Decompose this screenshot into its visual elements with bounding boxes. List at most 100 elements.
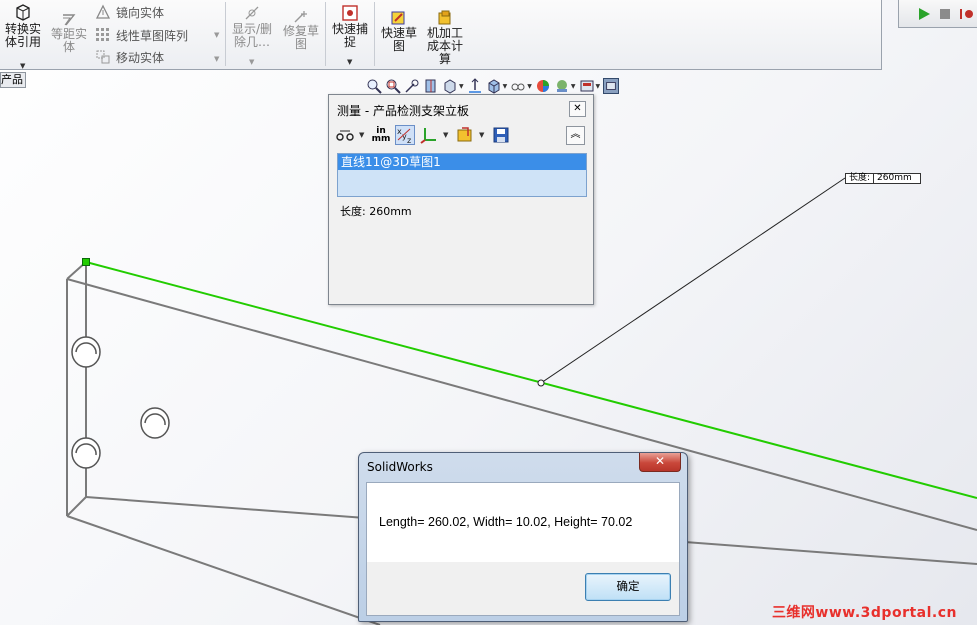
offset-entities-label: 等距实 体 — [50, 27, 87, 54]
ok-button[interactable]: 确定 — [585, 573, 671, 601]
play-icon[interactable] — [917, 7, 931, 21]
chevron-down-icon[interactable]: ▼ — [214, 55, 219, 63]
message-box-title: SolidWorks — [367, 460, 433, 474]
quick-snaps-icon — [342, 5, 358, 21]
move-entities-button[interactable]: 移动实体 — [95, 48, 164, 66]
convert-entities-button[interactable]: 转换实 体引用 ▼ — [3, 4, 43, 70]
holes — [71, 336, 170, 469]
linear-sketch-pattern-label: 线性草图阵列 — [116, 28, 189, 43]
rapid-sketch-button[interactable]: 快速草 图 — [378, 10, 420, 53]
move-icon — [96, 50, 110, 64]
message-box-close-button[interactable]: ✕ — [639, 453, 681, 472]
message-text: Length= 260.02, Width= 10.02, Height= 70… — [379, 515, 633, 529]
relations-icon — [245, 6, 259, 20]
repair-sketch-icon — [294, 11, 307, 23]
chevron-down-icon[interactable]: ▼ — [596, 83, 601, 90]
quick-snaps-label: 快速捕 捉 — [331, 22, 368, 49]
chevron-down-icon[interactable]: ▼ — [459, 83, 464, 90]
arc-circle-measurement-button[interactable] — [335, 125, 355, 145]
chevron-down-icon[interactable]: ▼ — [503, 83, 508, 90]
xyz-icon: xy z — [397, 127, 411, 144]
chevron-down-icon[interactable]: ▼ — [527, 83, 532, 90]
close-icon: ✕ — [654, 454, 666, 468]
mirror-entities-button[interactable]: 镜向实体 — [95, 3, 164, 21]
measure-callout: 长度: 260mm — [845, 173, 921, 184]
feature-tree-tab[interactable]: 产品 — [0, 72, 26, 88]
repair-sketch-button[interactable]: 修复草 图 — [280, 10, 322, 51]
point-to-point-button[interactable] — [419, 125, 439, 145]
message-box-footer: 确定 — [366, 562, 680, 616]
edge-endpoint-marker — [82, 258, 90, 266]
measure-dialog: 测量 - 产品检测支架立板 ✕ ▼ in mm xyz ▼ ▼ ︽ 直线11@3… — [328, 94, 594, 305]
ribbon-divider — [374, 2, 375, 66]
units-precision-button[interactable]: in mm — [371, 125, 391, 145]
chevron-down-icon[interactable]: ▼ — [249, 56, 254, 69]
solidworks-message-box: SolidWorks ✕ Length= 260.02, Width= 10.0… — [358, 452, 688, 622]
measure-dialog-title: 测量 - 产品检测支架立板 — [337, 104, 469, 118]
svg-text:z: z — [407, 136, 411, 144]
measure-result-text: 长度: 260mm — [340, 205, 412, 218]
shaded-cube-icon[interactable] — [486, 78, 502, 94]
selection-list-item[interactable]: 直线11@3D草图1 — [338, 154, 586, 170]
show-xyz-measurements-button[interactable]: xyz — [395, 125, 415, 145]
costing-icon — [438, 10, 451, 25]
costing-label: 机加工 成本计 算 — [426, 26, 463, 66]
quick-snaps-button[interactable]: 快速捕 捉 ▼ — [329, 4, 371, 66]
section-view-icon[interactable] — [423, 78, 439, 94]
display-style-axis-icon[interactable] — [467, 78, 483, 94]
zoom-to-area-icon[interactable] — [385, 78, 401, 94]
view-orientation-icon[interactable] — [442, 78, 458, 94]
chevron-down-icon[interactable]: ▼ — [443, 131, 451, 139]
message-box-body: Length= 260.02, Width= 10.02, Height= 70… — [366, 482, 680, 562]
mirror-entities-label: 镜向实体 — [116, 5, 165, 20]
heads-up-view-toolbar: ▼ ▼ ▼ ▼ ▼ — [366, 76, 620, 96]
costing-button[interactable]: 机加工 成本计 算 — [424, 10, 466, 66]
coordinate-axes-icon — [420, 128, 436, 144]
mirror-icon — [95, 4, 111, 19]
ribbon-divider — [225, 2, 226, 66]
chevron-up-icon: ︽ — [570, 129, 581, 140]
selection-list[interactable]: 直线11@3D草图1 — [337, 153, 587, 197]
appearance-sphere-icon[interactable] — [535, 78, 551, 94]
save-icon — [493, 127, 509, 143]
collapse-button[interactable]: ︽ — [566, 126, 585, 145]
convert-entities-label: 转换实 体引用 — [4, 22, 41, 49]
hide-show-items-icon[interactable] — [510, 78, 526, 94]
ribbon-divider — [325, 2, 326, 66]
chevron-down-icon[interactable]: ▼ — [347, 56, 352, 69]
repair-sketch-label: 修复草 图 — [282, 24, 319, 51]
chevron-down-icon[interactable]: ▼ — [571, 83, 576, 90]
rapid-sketch-icon — [391, 11, 405, 25]
scene-icon[interactable] — [554, 78, 570, 94]
show-delete-relations-label: 显示/删 除几… — [231, 22, 273, 49]
command-manager-ribbon: 转换实 体引用 ▼ 等距实 体 镜向实体 线性草图阵列 移动实体 ▼ ▼ 显示/… — [0, 0, 882, 70]
realview-icon[interactable] — [603, 78, 620, 94]
zoom-to-fit-icon[interactable] — [366, 78, 382, 94]
rapid-sketch-label: 快速草 图 — [380, 26, 417, 53]
measure-toolbar: ▼ in mm xyz ▼ ▼ — [335, 123, 587, 147]
macro-toolbar — [898, 0, 977, 28]
chevron-down-icon[interactable]: ▼ — [214, 31, 219, 39]
close-button[interactable]: ✕ — [569, 101, 586, 117]
convert-entities-icon — [16, 4, 30, 21]
projection-icon — [457, 127, 472, 142]
projection-button[interactable] — [455, 125, 475, 145]
arc-measure-icon — [336, 130, 354, 141]
watermark-logo: 三维网www.3dportal.cn — [771, 605, 957, 621]
show-delete-relations-button[interactable]: 显示/删 除几… ▼ — [230, 4, 274, 66]
chevron-down-icon[interactable]: ▼ — [359, 131, 367, 139]
stop-icon[interactable] — [939, 8, 951, 20]
record-pause-icon[interactable] — [959, 7, 973, 21]
measurement-history-button[interactable] — [491, 125, 511, 145]
callout-value: 260mm — [873, 174, 920, 183]
linear-sketch-pattern-button[interactable]: 线性草图阵列 — [95, 26, 188, 44]
chevron-down-icon[interactable]: ▼ — [479, 131, 487, 139]
callout-label: 长度: — [849, 173, 871, 183]
move-entities-label: 移动实体 — [116, 50, 165, 65]
offset-entities-button[interactable]: 等距实 体 — [48, 12, 90, 54]
offset-entities-icon — [63, 14, 76, 26]
callout-anchor-point — [537, 379, 545, 387]
previous-view-icon[interactable] — [404, 78, 420, 94]
view-settings-icon[interactable] — [579, 78, 595, 94]
grid-pattern-icon — [96, 28, 109, 41]
